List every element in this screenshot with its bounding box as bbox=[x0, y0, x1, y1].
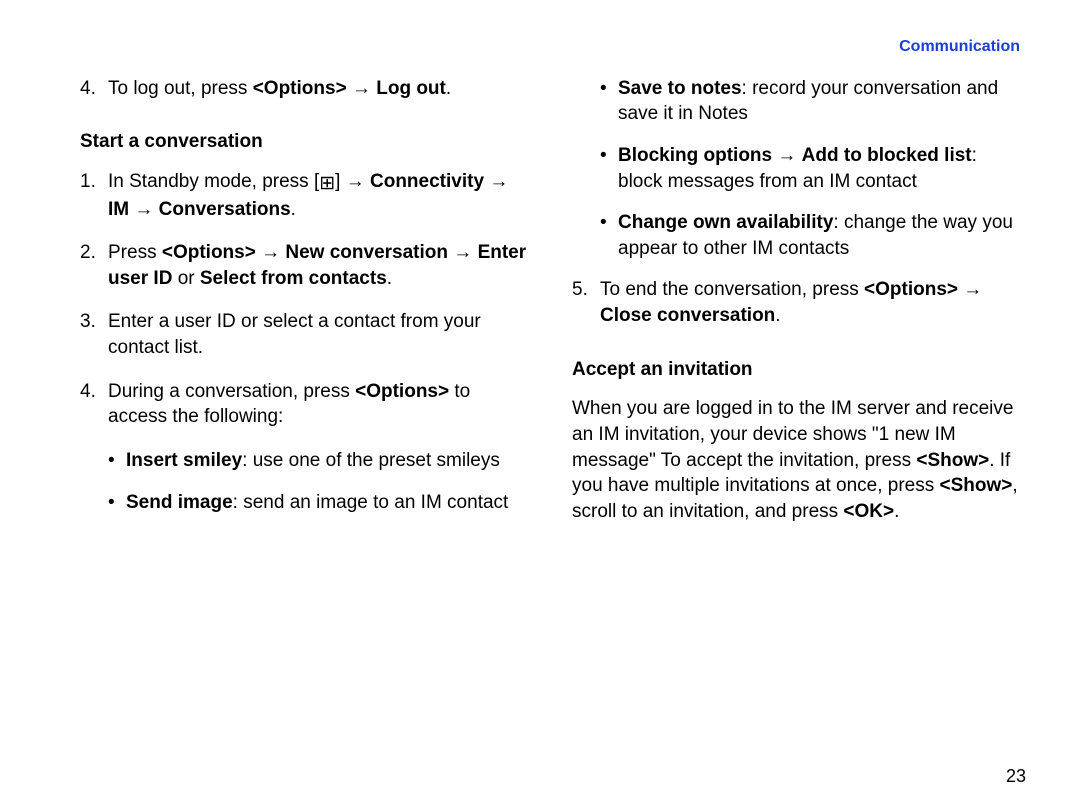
bold: Connectivity bbox=[370, 171, 484, 192]
bold: Blocking options bbox=[618, 145, 772, 166]
list-number: 4. bbox=[80, 379, 108, 430]
list-number: 1. bbox=[80, 169, 108, 222]
bullet-icon: • bbox=[108, 490, 126, 516]
bold: Insert smiley bbox=[126, 450, 242, 471]
bold: <Show> bbox=[916, 450, 989, 471]
bullet-insert-smiley: • Insert smiley: use one of the preset s… bbox=[80, 448, 528, 474]
left-column: 4. To log out, press <Options> → Log out… bbox=[80, 76, 528, 539]
bullet-icon: • bbox=[600, 143, 618, 194]
bullet-icon: • bbox=[600, 76, 618, 127]
step-3: 3. Enter a user ID or select a contact f… bbox=[80, 309, 528, 360]
step-text: To end the conversation, press <Options>… bbox=[600, 277, 1020, 328]
page-number: 23 bbox=[1006, 764, 1026, 788]
bold: <Options> bbox=[864, 279, 958, 300]
bold: <OK> bbox=[843, 501, 894, 522]
text: During a conversation, press bbox=[108, 381, 355, 402]
list-number: 5. bbox=[572, 277, 600, 328]
text: ] bbox=[335, 171, 346, 192]
bullet-text: Save to notes: record your conversation … bbox=[618, 76, 1020, 127]
bullet-blocking: • Blocking options → Add to blocked list… bbox=[572, 143, 1020, 194]
bold: <Options> bbox=[162, 242, 256, 263]
manual-page: Communication 4. To log out, press <Opti… bbox=[0, 0, 1080, 810]
bold: Send image bbox=[126, 492, 233, 513]
step-4-logout: 4. To log out, press <Options> → Log out… bbox=[80, 76, 528, 102]
bullet-save-notes: • Save to notes: record your conversatio… bbox=[572, 76, 1020, 127]
text: In Standby mode, press [ bbox=[108, 171, 319, 192]
arrow-icon: → bbox=[453, 242, 472, 263]
text: : use one of the preset smileys bbox=[242, 450, 500, 471]
bullet-send-image: • Send image: send an image to an IM con… bbox=[80, 490, 528, 516]
text: To log out, press bbox=[108, 78, 253, 99]
arrow-icon: → bbox=[346, 171, 365, 192]
text: . bbox=[775, 305, 780, 326]
text: or bbox=[172, 268, 199, 289]
text: . bbox=[291, 199, 296, 220]
step-text: Enter a user ID or select a contact from… bbox=[108, 309, 528, 360]
bullet-text: Change own availability: change the way … bbox=[618, 210, 1020, 261]
menu-key-icon: ⊞ bbox=[319, 171, 335, 197]
bold: Save to notes bbox=[618, 78, 742, 99]
right-column: • Save to notes: record your conversatio… bbox=[572, 76, 1020, 539]
bullet-text: Insert smiley: use one of the preset smi… bbox=[126, 448, 500, 474]
arrow-icon: → bbox=[134, 199, 153, 220]
text: : send an image to an IM contact bbox=[233, 492, 509, 513]
bold: <Options> bbox=[355, 381, 449, 402]
arrow-icon: → bbox=[963, 279, 982, 300]
step-4: 4. During a conversation, press <Options… bbox=[80, 379, 528, 430]
bullet-icon: • bbox=[108, 448, 126, 474]
arrow-icon: → bbox=[261, 242, 280, 263]
step-text: In Standby mode, press [⊞] → Connectivit… bbox=[108, 169, 528, 222]
bold: Select from contacts bbox=[200, 268, 387, 289]
bullet-icon: • bbox=[600, 210, 618, 261]
bold: Conversations bbox=[159, 199, 291, 220]
bold: <Show> bbox=[940, 475, 1013, 496]
step-text: During a conversation, press <Options> t… bbox=[108, 379, 528, 430]
list-number: 4. bbox=[80, 76, 108, 102]
step-5: 5. To end the conversation, press <Optio… bbox=[572, 277, 1020, 328]
arrow-icon: → bbox=[352, 78, 371, 99]
bullet-availability: • Change own availability: change the wa… bbox=[572, 210, 1020, 261]
step-2: 2. Press <Options> → New conversation → … bbox=[80, 240, 528, 291]
bold: Close conversation bbox=[600, 305, 775, 326]
two-column-layout: 4. To log out, press <Options> → Log out… bbox=[80, 76, 1020, 539]
bold: Add to blocked list bbox=[802, 145, 972, 166]
list-number: 3. bbox=[80, 309, 108, 360]
text: Press bbox=[108, 242, 162, 263]
subheading-accept-invitation: Accept an invitation bbox=[572, 357, 1020, 383]
bold: Change own availability bbox=[618, 212, 833, 233]
text: . bbox=[894, 501, 899, 522]
bullet-text: Blocking options → Add to blocked list: … bbox=[618, 143, 1020, 194]
text: To end the conversation, press bbox=[600, 279, 864, 300]
step-text: Press <Options> → New conversation → Ent… bbox=[108, 240, 528, 291]
step-text: To log out, press <Options> → Log out. bbox=[108, 76, 528, 102]
bullet-text: Send image: send an image to an IM conta… bbox=[126, 490, 508, 516]
section-header: Communication bbox=[80, 36, 1020, 58]
bold: <Options> bbox=[253, 78, 347, 99]
bold: Log out bbox=[376, 78, 446, 99]
paragraph-accept: When you are logged in to the IM server … bbox=[572, 396, 1020, 524]
list-number: 2. bbox=[80, 240, 108, 291]
text: . bbox=[446, 78, 451, 99]
arrow-icon: → bbox=[777, 145, 796, 166]
bold: New conversation bbox=[285, 242, 448, 263]
subheading-start-conversation: Start a conversation bbox=[80, 129, 528, 155]
text: . bbox=[387, 268, 392, 289]
bold: IM bbox=[108, 199, 129, 220]
step-1: 1. In Standby mode, press [⊞] → Connecti… bbox=[80, 169, 528, 222]
arrow-icon: → bbox=[489, 171, 508, 192]
